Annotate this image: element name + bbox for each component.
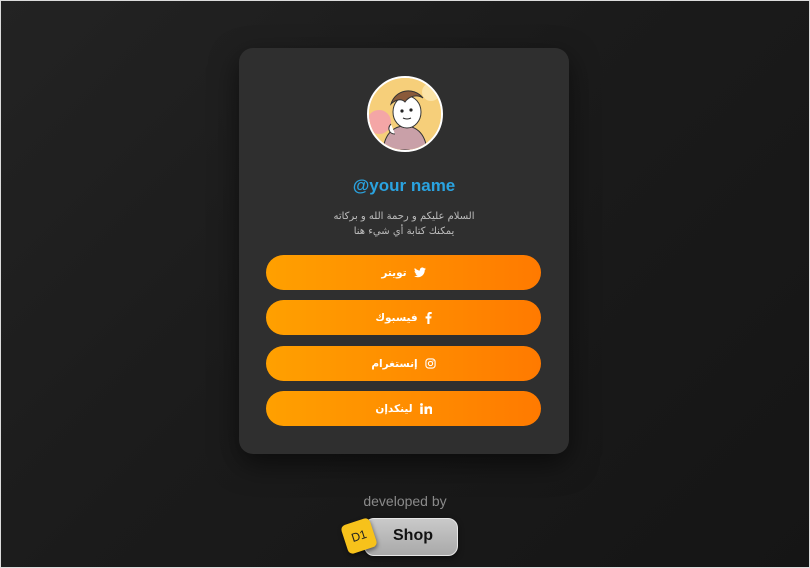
twitter-icon bbox=[413, 267, 426, 278]
instagram-button-label: إنستغرام bbox=[371, 357, 418, 370]
linkedin-button[interactable]: لينكدإن bbox=[266, 391, 541, 426]
shop-brand-name: Shop bbox=[393, 527, 433, 544]
developed-by-text: developed by bbox=[363, 493, 447, 509]
facebook-button[interactable]: فيسبوك bbox=[266, 300, 541, 335]
bio-line: السلام عليكم و رحمة الله و بركاته bbox=[333, 211, 475, 222]
bio-line: يمكنك كتابة أي شيء هنا bbox=[353, 226, 455, 237]
username: @your name bbox=[352, 176, 456, 195]
instagram-button[interactable]: إنستغرام bbox=[266, 346, 541, 381]
twitter-button-label: تويتر bbox=[381, 266, 407, 279]
facebook-button-label: فيسبوك bbox=[375, 311, 418, 324]
cartoon-avatar-image bbox=[369, 78, 441, 150]
avatar bbox=[367, 76, 443, 152]
linkedin-button-label: لينكدإن bbox=[375, 402, 413, 415]
profile-card: @your name السلام عليكم و رحمة الله و بر… bbox=[239, 48, 569, 454]
twitter-button[interactable]: تويتر bbox=[266, 255, 541, 290]
bio-text: السلام عليكم و رحمة الله و بركاته يمكنك … bbox=[239, 209, 569, 239]
instagram-icon bbox=[424, 358, 436, 369]
linkedin-icon bbox=[419, 403, 432, 414]
facebook-icon bbox=[425, 311, 432, 324]
shop-brand-button[interactable]: Shop bbox=[364, 518, 458, 556]
